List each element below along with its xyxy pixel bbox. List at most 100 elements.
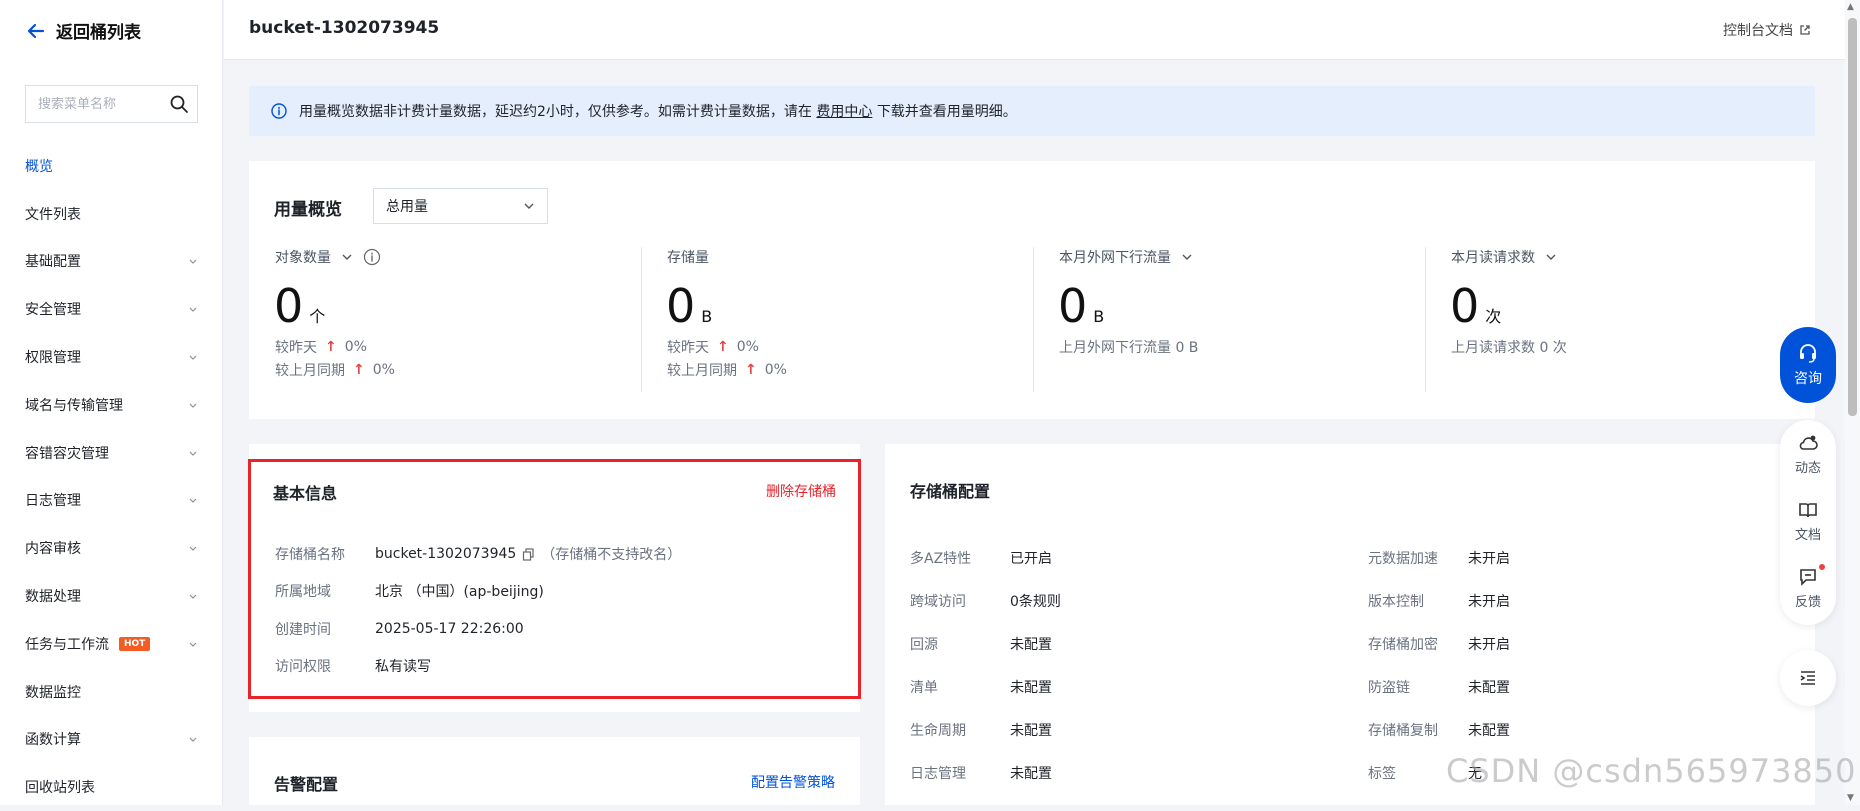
config-value[interactable]: 未开启 [1468,591,1510,611]
info-icon[interactable] [363,248,381,266]
bucket-config-card: 存储桶配置 多AZ特性 已开启 跨域访问 0条规则 回源 未配置 清单 未配置 生命周期… [885,444,1815,805]
info-key: 存储桶名称 [275,547,345,563]
menu-search-input[interactable] [38,96,158,112]
metric-storage: 存储量 0B 较昨天 ↑ 0% 较上月同期 ↑ 0% [641,247,1033,392]
page-scrollbar[interactable]: ▲ ▼ [1845,0,1860,805]
sidebar-item-domain-transfer[interactable]: 域名与传输管理 [0,381,222,429]
sidebar-item-permissions[interactable]: 权限管理 [0,333,222,381]
metric-last-month: 上月读请求数 0 次 [1451,340,1567,356]
sidebar-item-tasks-workflow[interactable]: 任务与工作流 HOT [0,620,222,668]
dynamic-label: 动态 [1794,461,1821,476]
config-key: 版本控制 [1368,594,1424,610]
docs-button[interactable]: 文档 [1795,499,1821,558]
metric-compare-value: 0% [344,339,367,355]
copy-icon[interactable] [522,547,535,561]
sidebar-menu: 概览 文件列表 基础配置 安全管理 权限管理 域名与传输管理 容错容灾管理 日志… [0,142,222,811]
config-row: 存储桶复制 未配置 [1368,720,1510,740]
notice-text-after: 下载并查看用量明细。 [876,104,1017,120]
metric-compare-label: 较上月同期 [275,363,345,379]
metric-compare-label: 较昨天 [667,340,709,356]
scroll-down-icon[interactable]: ▼ [1847,793,1854,803]
config-value[interactable]: 未配置 [1468,720,1510,740]
config-value[interactable]: 未开启 [1468,634,1510,654]
chevron-down-icon[interactable] [1181,251,1193,263]
usage-title: 用量概览 [274,200,342,220]
sidebar-item-overview[interactable]: 概览 [0,142,222,190]
back-to-bucket-list-button[interactable]: 返回桶列表 [26,18,141,43]
sidebar-item-file-list[interactable]: 文件列表 [0,190,222,238]
config-key: 清单 [910,680,938,696]
console-docs-link[interactable]: 控制台文档 [1723,20,1811,40]
arrow-up-icon: ↑ [717,339,729,355]
sidebar-item-recycle-bin[interactable]: 回收站列表 [0,763,222,811]
chevron-down-icon [189,546,197,552]
chevron-down-icon[interactable] [1545,251,1557,263]
scrollbar-thumb[interactable] [1848,18,1857,416]
config-value[interactable]: 未配置 [1010,634,1052,654]
sidebar-item-data-monitoring[interactable]: 数据监控 [0,668,222,716]
metric-value: 0 [1450,279,1480,333]
consult-label: 咨询 [1794,371,1822,387]
metric-compare-label: 较上月同期 [667,363,737,379]
billing-center-link[interactable]: 费用中心 [816,104,872,120]
sidebar-item-label: 基础配置 [25,254,81,271]
back-label: 返回桶列表 [56,23,141,43]
info-row-access: 访问权限 私有读写 [275,656,431,676]
sidebar-item-label: 数据监控 [25,684,81,701]
config-value[interactable]: 已开启 [1010,548,1052,568]
sidebar-item-label: 日志管理 [25,493,81,510]
configure-alert-link[interactable]: 配置告警策略 [751,772,835,792]
feedback-button[interactable]: 反馈 [1795,564,1825,625]
chevron-down-icon [189,355,197,360]
sidebar-item-data-processing[interactable]: 数据处理 [0,572,222,620]
arrow-up-icon: ↑ [353,362,365,378]
chevron-down-icon [189,307,197,313]
config-value[interactable]: 未配置 [1010,763,1052,783]
sidebar: 返回桶列表 概览 文件列表 基础配置 安全管理 权限管理 域名与传输管理 容错容… [0,0,223,805]
floating-tools: 动态 文档 反馈 [1780,420,1836,625]
config-key: 存储桶复制 [1368,723,1438,739]
arrow-up-icon: ↑ [745,362,757,378]
scroll-up-icon[interactable]: ▲ [1847,2,1854,12]
config-value[interactable]: 0条规则 [1010,591,1061,611]
sidebar-item-basic-config[interactable]: 基础配置 [0,238,222,286]
basic-info-title: 基本信息 [273,484,338,503]
sidebar-item-disaster-recovery[interactable]: 容错容灾管理 [0,429,222,477]
cloud-bell-icon [1799,435,1818,450]
sidebar-item-label: 安全管理 [25,302,81,319]
info-row-bucket-name: 存储桶名称 bucket-1302073945 （存储桶不支持改名） [275,544,681,564]
config-value[interactable]: 未配置 [1010,720,1052,740]
sidebar-item-security[interactable]: 安全管理 [0,285,222,333]
page-title: bucket-1302073945 [249,18,440,38]
chevron-down-icon [189,738,197,743]
config-row: 回源 未配置 [910,634,1052,654]
headset-icon [1800,344,1816,363]
info-icon [271,103,287,119]
sidebar-item-label: 容错容灾管理 [25,445,109,462]
sidebar-item-label: 任务与工作流 [25,636,109,653]
dynamic-button[interactable]: 动态 [1795,432,1821,491]
consult-button[interactable]: 咨询 [1780,327,1836,403]
sidebar-item-label: 域名与传输管理 [25,397,123,414]
collapse-tools-button[interactable] [1780,650,1836,706]
menu-search [25,85,198,123]
metric-label: 本月读请求数 [1451,250,1535,266]
search-icon[interactable] [169,94,189,114]
notification-dot [1819,564,1825,570]
sidebar-item-label: 概览 [25,158,53,175]
usage-range-select[interactable]: 总用量 [373,188,548,224]
sidebar-item-content-moderation[interactable]: 内容审核 [0,524,222,572]
chevron-down-icon[interactable] [341,251,353,263]
metric-compare-value: 0% [372,362,395,378]
config-row: 版本控制 未开启 [1368,591,1510,611]
config-value[interactable]: 未配置 [1468,677,1510,697]
config-value[interactable]: 未开启 [1468,548,1510,568]
chevron-down-icon [189,499,197,504]
sidebar-item-log-management[interactable]: 日志管理 [0,477,222,525]
sidebar-item-function-compute[interactable]: 函数计算 [0,716,222,764]
delete-bucket-link[interactable]: 删除存储桶 [766,481,836,501]
metric-last-month: 上月外网下行流量 0 B [1059,340,1199,356]
config-key: 存储桶加密 [1368,637,1438,653]
notice-text: 用量概览数据非计费计量数据，延迟约2小时，仅供参考。如需计费计量数据，请在 费用… [299,101,1017,121]
config-value[interactable]: 未配置 [1010,677,1052,697]
